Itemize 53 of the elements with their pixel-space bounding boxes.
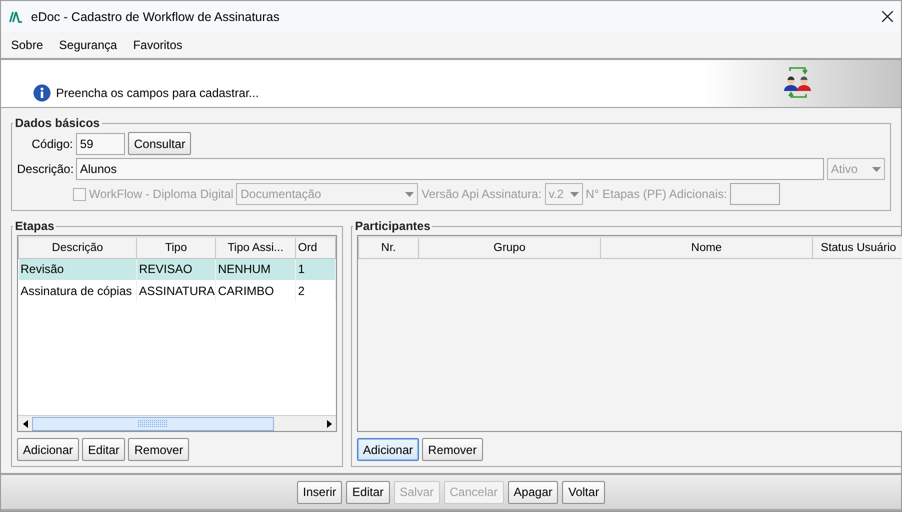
field-label: Código: xyxy=(30,136,73,150)
action-button[interactable]: Editar xyxy=(346,480,390,504)
field-label: Descrição: xyxy=(17,162,73,176)
horizontal-scrollbar[interactable] xyxy=(18,415,336,431)
action-button[interactable]: Apagar xyxy=(508,480,558,504)
description-field[interactable]: Alunos xyxy=(76,158,824,180)
action-button[interactable]: Voltar xyxy=(562,480,606,504)
column-header[interactable]: Tipo xyxy=(136,237,216,258)
scroll-right-icon[interactable] xyxy=(326,420,332,428)
app-logo-icon xyxy=(9,10,23,22)
table-action-button[interactable]: Adicionar xyxy=(357,438,420,461)
grip-icon xyxy=(138,420,168,428)
field-label: N° Etapas (PF) Adicionais: xyxy=(586,187,728,201)
window-title: eDoc - Cadastro de Workflow de Assinaturas xyxy=(31,10,280,24)
table-action-button[interactable]: Remover xyxy=(422,438,483,461)
column-header[interactable]: Nr. xyxy=(358,237,418,258)
column-header[interactable]: Status Usuário xyxy=(812,237,902,258)
table-action-button[interactable]: Remover xyxy=(128,438,190,461)
table-cell: 1 xyxy=(296,258,336,280)
group-title: Etapas xyxy=(14,219,56,233)
checkbox-label: WorkFlow - Diploma Digital xyxy=(89,187,234,201)
consult-button[interactable]: Consultar xyxy=(128,132,192,155)
table-cell: ASSINATURA xyxy=(136,280,216,302)
menu-item[interactable]: Sobre xyxy=(11,38,44,52)
column-header[interactable]: Grupo xyxy=(418,237,600,258)
users-exchange-icon xyxy=(783,66,813,100)
menu-item[interactable]: Segurança xyxy=(59,38,118,52)
dropdown-arrow-icon xyxy=(872,166,881,172)
scroll-left-icon[interactable] xyxy=(22,420,28,428)
column-header[interactable]: Nome xyxy=(600,237,812,258)
action-button[interactable]: Inserir xyxy=(296,480,342,504)
table-cell: Assinatura de cópias xyxy=(18,280,136,302)
banner-message: Preencha os campos para cadastrar... xyxy=(56,86,259,100)
code-field[interactable]: 59 xyxy=(76,132,125,154)
table-cell: NENHUM xyxy=(216,258,296,280)
column-header[interactable]: Descrição xyxy=(18,237,136,258)
table-action-button[interactable]: Adicionar xyxy=(17,438,80,461)
column-header[interactable]: Tipo Assi... xyxy=(216,237,296,258)
table-cell: 2 xyxy=(296,280,336,302)
dropdown-arrow-icon xyxy=(405,192,414,196)
steps-count-field[interactable] xyxy=(730,183,780,205)
table-cell: Revisão xyxy=(18,258,136,280)
table-cell: CARIMBO xyxy=(216,280,296,302)
group-title: Dados básicos xyxy=(14,116,101,130)
field-label: Versão Api Assinatura: xyxy=(421,187,542,201)
dropdown-arrow-icon xyxy=(570,192,579,196)
info-icon xyxy=(33,84,51,102)
table-cell: REVISAO xyxy=(136,258,216,280)
menu-item[interactable]: Favoritos xyxy=(133,38,182,52)
column-header[interactable]: Ord xyxy=(296,237,336,258)
group-title: Participantes xyxy=(354,219,432,233)
close-icon[interactable] xyxy=(882,11,893,22)
table-action-button[interactable]: Editar xyxy=(82,438,126,461)
